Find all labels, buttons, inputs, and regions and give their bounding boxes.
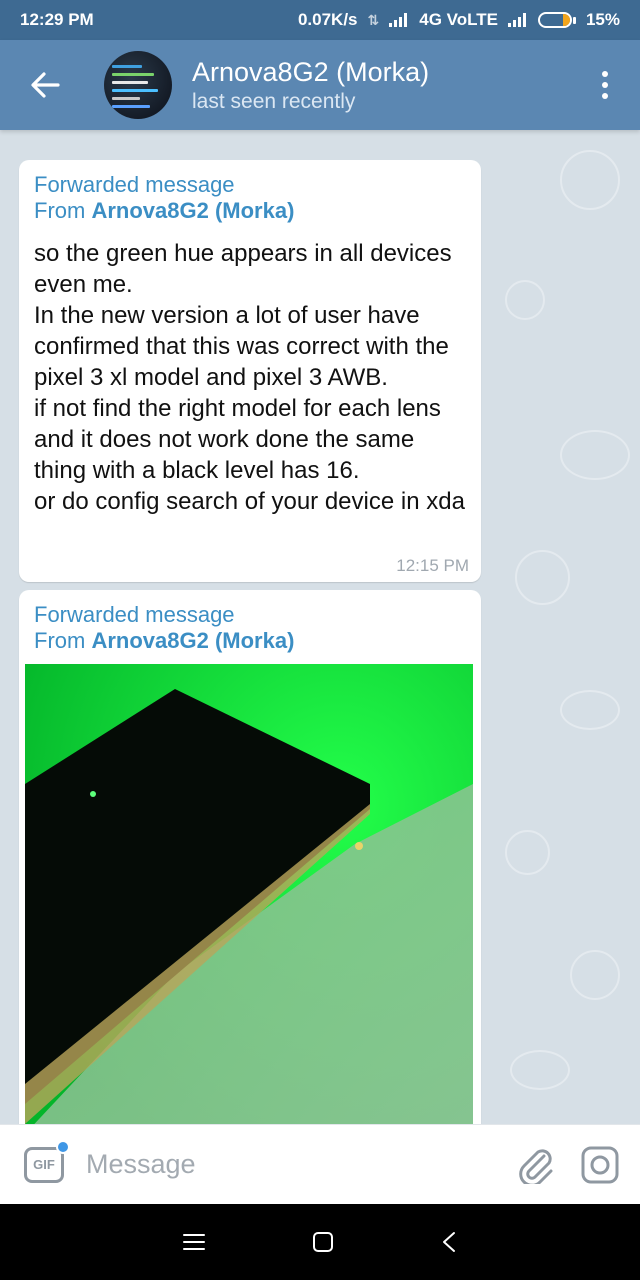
forwarded-from: From Arnova8G2 (Morka) <box>34 198 466 224</box>
arrow-left-icon <box>31 72 60 98</box>
forwarded-from: From Arnova8G2 (Morka) <box>34 628 466 654</box>
more-vertical-icon <box>602 71 608 77</box>
from-prefix: From <box>34 628 86 653</box>
menu-icon[interactable] <box>183 1233 206 1251</box>
home-icon[interactable] <box>312 1231 334 1253</box>
battery-percent: 15% <box>585 10 620 29</box>
message-time: 12:15 PM <box>396 556 469 575</box>
more-menu-button[interactable] <box>570 40 640 130</box>
message-bubble-photo[interactable]: Forwarded message From Arnova8G2 (Morka) <box>19 590 481 1124</box>
message-input[interactable]: Message <box>86 1149 492 1180</box>
avatar[interactable] <box>104 51 172 119</box>
forwarded-label: Forwarded message <box>34 172 235 197</box>
from-name[interactable]: Arnova8G2 (Morka) <box>91 628 294 653</box>
back-nav-icon[interactable] <box>441 1231 457 1253</box>
gif-label: GIF <box>33 1157 55 1172</box>
message-input-bar: GIF Message <box>0 1124 640 1204</box>
contact-name: Arnova8G2 (Morka) <box>192 56 430 87</box>
camera-icon <box>581 1146 619 1183</box>
photo-image <box>25 664 473 1124</box>
battery-icon <box>537 12 576 28</box>
status-time: 12:29 PM <box>20 10 94 29</box>
network-type: 4G VoLTE <box>419 10 498 29</box>
gif-button[interactable]: GIF <box>24 1139 70 1183</box>
chat-header: Arnova8G2 (Morka) last seen recently <box>0 40 640 130</box>
data-arrows-icon: ⇅ <box>367 11 380 28</box>
notification-dot <box>56 1139 70 1154</box>
camera-button[interactable] <box>580 1145 620 1185</box>
attach-button[interactable] <box>518 1146 554 1184</box>
chat-area[interactable]: Forwarded message From Arnova8G2 (Morka)… <box>0 130 640 1124</box>
from-name[interactable]: Arnova8G2 (Morka) <box>91 198 294 223</box>
photo-attachment[interactable] <box>25 664 473 1124</box>
message-text: so the green hue appears in all devices … <box>34 240 465 515</box>
message-bubble[interactable]: Forwarded message From Arnova8G2 (Morka)… <box>19 160 481 582</box>
from-prefix: From <box>34 198 86 223</box>
last-seen-status: last seen recently <box>192 89 356 113</box>
signal-icon <box>389 13 409 27</box>
paperclip-icon <box>519 1148 553 1184</box>
status-bar: 12:29 PM 0.07K/s ⇅ 4G VoLTE 15% <box>0 0 640 40</box>
forwarded-label: Forwarded message <box>34 602 235 627</box>
network-speed: 0.07K/s <box>297 10 358 29</box>
signal-icon-2 <box>507 13 528 27</box>
chat-title-block[interactable]: Arnova8G2 (Morka) last seen recently <box>192 57 429 114</box>
back-button[interactable] <box>0 40 90 130</box>
system-nav-bar <box>0 1204 640 1280</box>
